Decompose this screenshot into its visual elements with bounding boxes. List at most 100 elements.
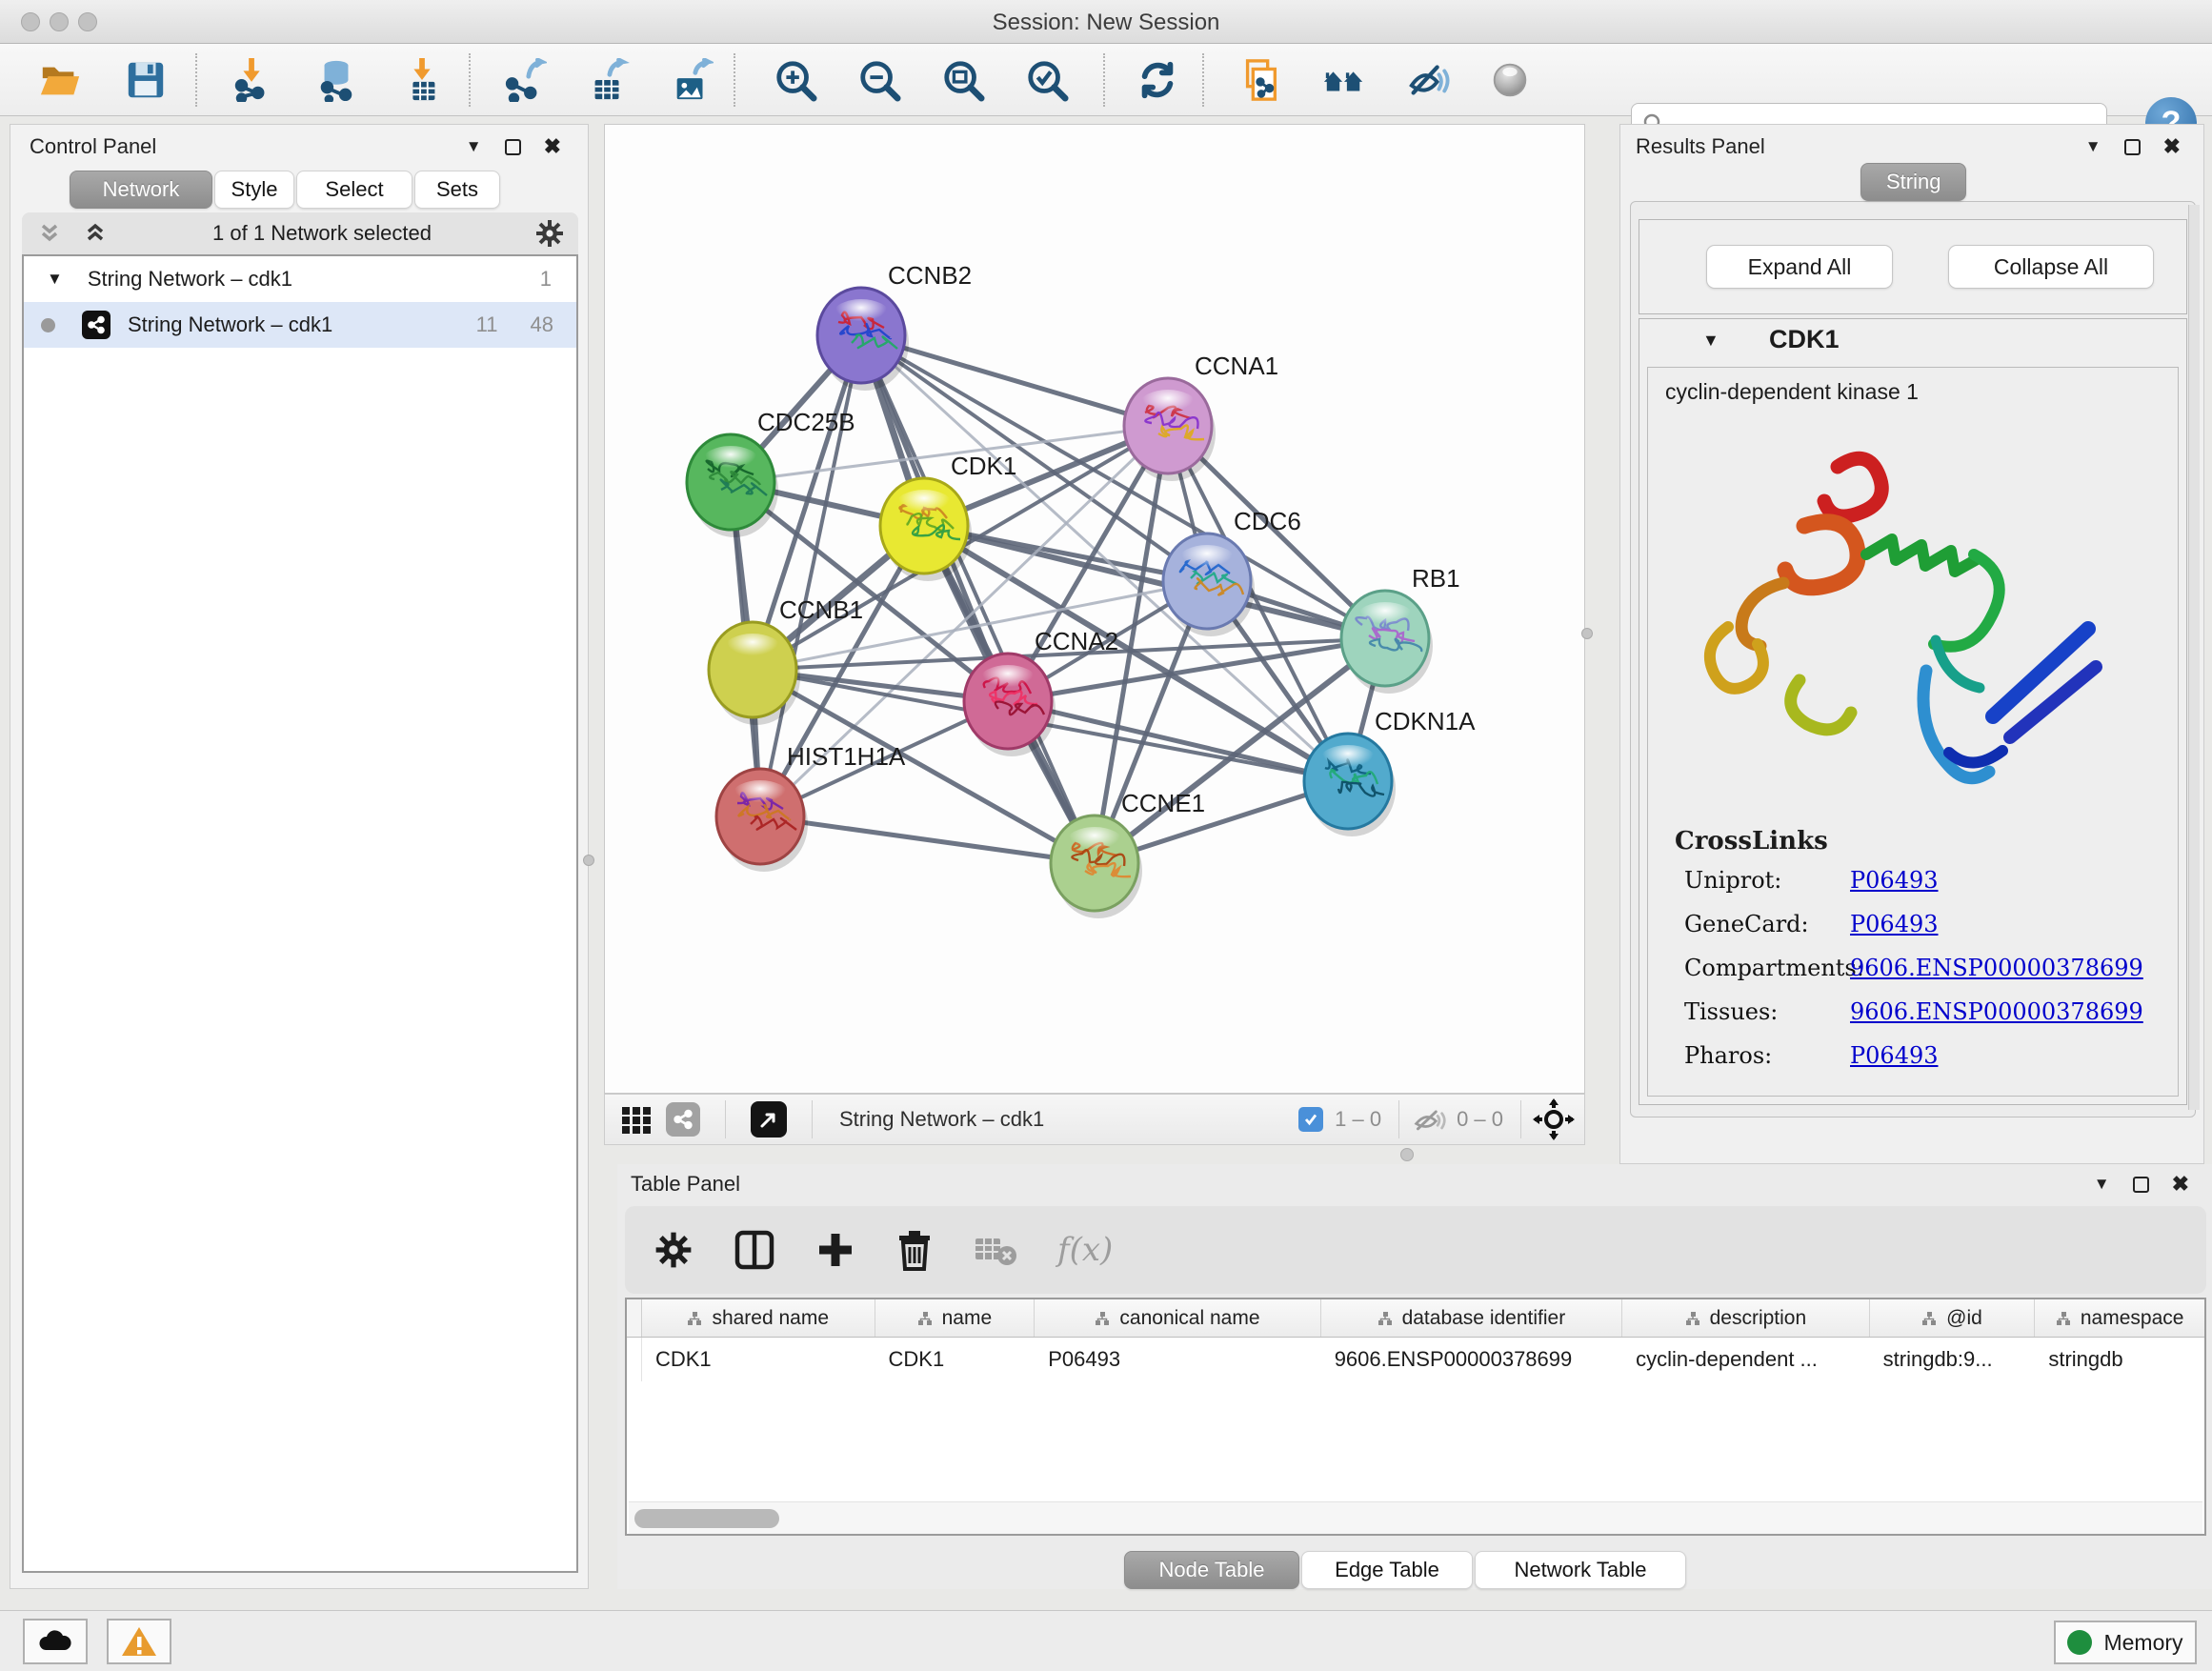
- column-header[interactable]: description: [1622, 1299, 1870, 1337]
- network-node-CCNB1[interactable]: CCNB1: [709, 595, 863, 725]
- tab-network[interactable]: Network: [70, 171, 212, 209]
- collapse-all-button[interactable]: Collapse All: [1948, 245, 2154, 289]
- fit-content-crosshair-icon[interactable]: [1533, 1098, 1575, 1140]
- network-edge[interactable]: [861, 335, 1095, 863]
- crosslink-link[interactable]: 9606.ENSP00000378699: [1850, 998, 2143, 1025]
- float-panel-icon[interactable]: [2124, 139, 2141, 155]
- cdk1-entry: ▼ CDK1 cyclin-dependent kinase 1: [1639, 318, 2187, 1105]
- table-row[interactable]: CDK1 CDK1 P06493 9606.ENSP00000378699 cy…: [627, 1338, 2204, 1381]
- network-node-RB1[interactable]: RB1: [1341, 564, 1460, 694]
- birds-eye-grid-icon[interactable]: [620, 1103, 653, 1136]
- column-header[interactable]: canonical name: [1035, 1299, 1320, 1337]
- warning-status-button[interactable]: [107, 1619, 171, 1664]
- horizontal-splitter[interactable]: [604, 1145, 1585, 1164]
- node-label: CCNA1: [1195, 352, 1278, 380]
- hidden-eye-icon: [1413, 1105, 1447, 1134]
- memory-status-dot: [2067, 1630, 2092, 1655]
- collapse-all-chevron-icon[interactable]: [35, 219, 64, 248]
- float-panel-icon[interactable]: [505, 139, 521, 155]
- results-scrollbar[interactable]: [2188, 205, 2200, 1110]
- panel-menu-icon[interactable]: ▼: [2085, 137, 2101, 156]
- network-node-CCNE1[interactable]: CCNE1: [1051, 789, 1205, 918]
- network-node-CDKN1A[interactable]: CDKN1A: [1304, 707, 1476, 836]
- hide-glyphs-eye-icon[interactable]: [1406, 58, 1450, 102]
- function-builder-icon[interactable]: f(x): [1057, 1231, 1113, 1269]
- results-panel-title: Results Panel: [1636, 134, 1765, 158]
- delete-table-icon[interactable]: [974, 1233, 1017, 1267]
- crosslink-link[interactable]: 9606.ENSP00000378699: [1850, 955, 2143, 981]
- panel-menu-icon[interactable]: ▼: [466, 137, 482, 156]
- column-header[interactable]: database identifier: [1321, 1299, 1622, 1337]
- column-header[interactable]: @id: [1870, 1299, 2036, 1337]
- close-panel-icon[interactable]: ✖: [2163, 134, 2181, 159]
- right-splitter-handle[interactable]: [1581, 628, 1593, 639]
- tab-sets[interactable]: Sets: [414, 171, 500, 209]
- row-header-stub: [627, 1299, 642, 1337]
- network-node-CDC6[interactable]: CDC6: [1163, 507, 1301, 636]
- gear-icon[interactable]: [534, 218, 565, 249]
- collection-expand-icon[interactable]: ▼: [47, 270, 63, 289]
- selected-checkbox-icon[interactable]: [1298, 1107, 1323, 1132]
- hidden-count-badge: 0 – 0: [1457, 1107, 1503, 1132]
- sphere-icon[interactable]: [1488, 58, 1532, 102]
- string-badge-icon[interactable]: [666, 1102, 700, 1137]
- network-row[interactable]: String Network – cdk1 11 48: [24, 302, 576, 348]
- zoom-fit-icon[interactable]: [941, 58, 985, 102]
- network-edge-count: 48: [531, 312, 553, 337]
- splitter-handle[interactable]: [1400, 1148, 1414, 1161]
- close-panel-icon[interactable]: ✖: [2172, 1172, 2189, 1197]
- export-image-icon[interactable]: [670, 58, 714, 102]
- network-edge[interactable]: [1008, 701, 1348, 781]
- tab-style[interactable]: Style: [214, 171, 294, 209]
- table-horizontal-scrollbar[interactable]: [629, 1501, 2202, 1534]
- network-collection-row[interactable]: ▼ String Network – cdk1 1: [24, 256, 576, 302]
- scrollbar-thumb[interactable]: [634, 1509, 779, 1528]
- import-network-from-database-icon[interactable]: [314, 58, 358, 102]
- column-header[interactable]: name: [875, 1299, 1036, 1337]
- network-node-CDC25B[interactable]: CDC25B: [687, 408, 855, 537]
- refresh-icon[interactable]: [1136, 58, 1179, 102]
- tab-edge-table[interactable]: Edge Table: [1301, 1551, 1473, 1589]
- open-in-new-window-icon[interactable]: [751, 1101, 787, 1137]
- column-header[interactable]: namespace: [2035, 1299, 2204, 1337]
- cloud-status-button[interactable]: [23, 1619, 88, 1664]
- crosslink-link[interactable]: P06493: [1850, 867, 1939, 894]
- tab-node-table[interactable]: Node Table: [1124, 1551, 1299, 1589]
- panel-menu-icon[interactable]: ▼: [2094, 1175, 2110, 1194]
- string-import-pages-icon[interactable]: [1238, 58, 1282, 102]
- tab-network-table[interactable]: Network Table: [1475, 1551, 1686, 1589]
- expand-all-chevron-icon[interactable]: [81, 219, 110, 248]
- table-options-gear-icon[interactable]: [654, 1230, 694, 1270]
- float-panel-icon[interactable]: [2133, 1177, 2149, 1193]
- zoom-in-icon[interactable]: [774, 58, 817, 102]
- crosslink-link[interactable]: P06493: [1850, 911, 1939, 937]
- close-panel-icon[interactable]: ✖: [544, 134, 561, 159]
- show-columns-icon[interactable]: [734, 1229, 775, 1271]
- import-table-icon[interactable]: [400, 58, 444, 102]
- column-header[interactable]: shared name: [642, 1299, 875, 1337]
- expand-all-button[interactable]: Expand All: [1706, 245, 1893, 289]
- network-node-CCNA1[interactable]: CCNA1: [1124, 352, 1278, 481]
- export-network-icon[interactable]: [503, 58, 547, 102]
- zoom-out-icon[interactable]: [857, 58, 901, 102]
- houses-icon[interactable]: [1322, 58, 1366, 102]
- cell-description: cyclin-dependent ...: [1622, 1347, 1870, 1372]
- left-splitter-handle[interactable]: [583, 855, 594, 866]
- save-session-icon[interactable]: [124, 58, 168, 102]
- memory-button[interactable]: Memory: [2054, 1621, 2197, 1664]
- network-node-CCNB2[interactable]: CCNB2: [817, 261, 972, 391]
- network-canvas[interactable]: CCNB2CCNA1CDC25BCDK1CDC6RB1CCNB1CCNA2CDK…: [604, 124, 1585, 1094]
- open-session-icon[interactable]: [38, 58, 82, 102]
- network-node-CDK1[interactable]: CDK1: [880, 452, 1016, 581]
- zoom-selected-icon[interactable]: [1025, 58, 1069, 102]
- delete-column-trash-icon[interactable]: [895, 1229, 934, 1271]
- crosslink-link[interactable]: P06493: [1850, 1042, 1939, 1069]
- export-table-icon[interactable]: [586, 58, 630, 102]
- create-column-plus-icon[interactable]: [815, 1230, 855, 1270]
- network-node-HIST1H1A[interactable]: HIST1H1A: [716, 742, 906, 872]
- entry-collapse-icon[interactable]: ▼: [1702, 331, 1719, 351]
- tab-string[interactable]: String: [1860, 163, 1966, 201]
- tab-select[interactable]: Select: [296, 171, 412, 209]
- network-edge[interactable]: [760, 816, 1095, 863]
- import-network-icon[interactable]: [231, 58, 274, 102]
